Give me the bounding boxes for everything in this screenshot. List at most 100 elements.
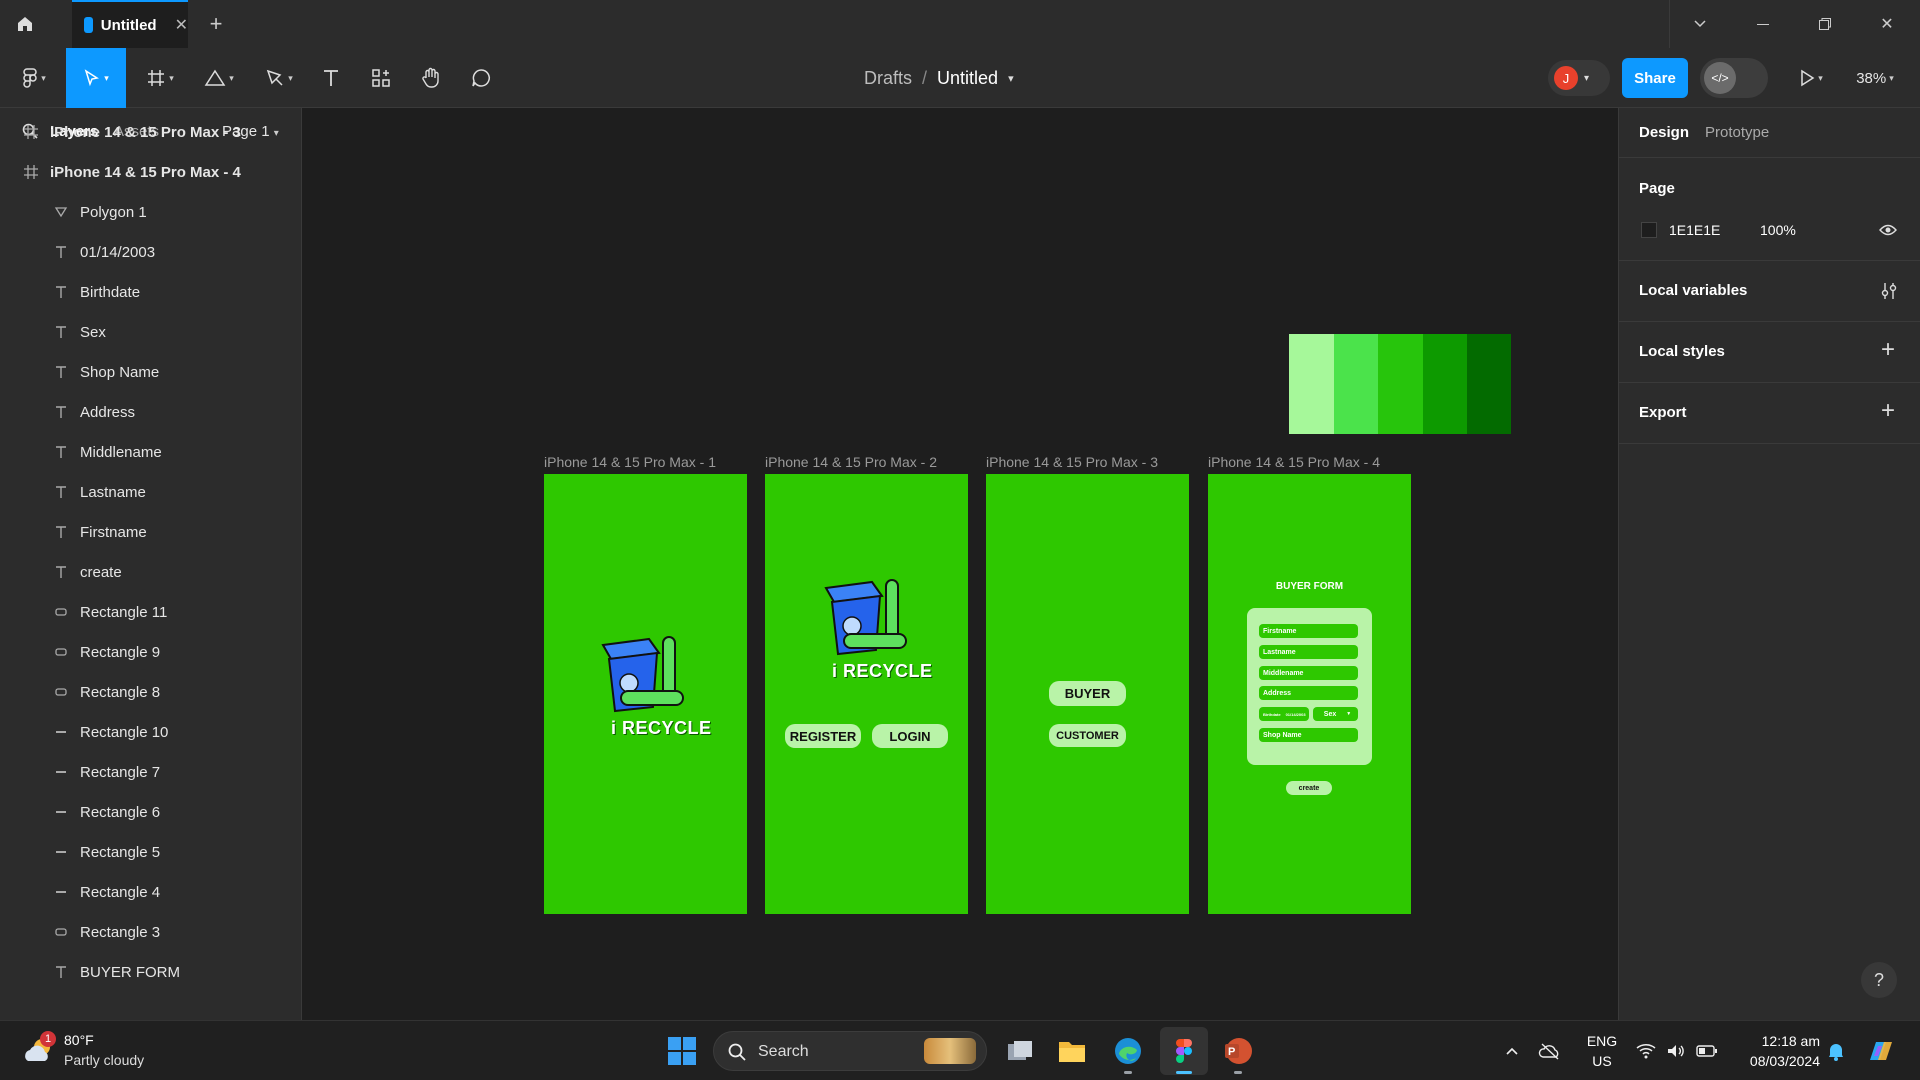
color-palette[interactable] <box>1289 334 1511 434</box>
layer-item[interactable]: Rectangle 8 <box>0 672 301 712</box>
layer-item[interactable]: Rectangle 9 <box>0 632 301 672</box>
shop-name-field[interactable]: Shop Name <box>1259 728 1358 742</box>
create-button[interactable]: create <box>1286 781 1332 795</box>
page-color-hex[interactable]: 1E1E1E <box>1669 222 1720 238</box>
layer-item[interactable]: Rectangle 10 <box>0 712 301 752</box>
window-close-button[interactable]: ✕ <box>1862 0 1912 48</box>
move-tool[interactable]: ▾ <box>66 48 126 108</box>
present-button[interactable]: ▾ <box>1790 48 1832 108</box>
layer-item[interactable]: Firstname <box>0 512 301 552</box>
breadcrumb-parent[interactable]: Drafts <box>864 68 912 89</box>
start-button[interactable] <box>662 1031 702 1071</box>
layer-item[interactable]: Polygon 1 <box>0 192 301 232</box>
eye-icon[interactable] <box>1879 223 1897 237</box>
powerpoint-button[interactable]: P <box>1218 1031 1258 1074</box>
taskbar-search[interactable]: Search <box>713 1031 987 1071</box>
tab-list-button[interactable] <box>1675 0 1725 48</box>
onedrive-button[interactable] <box>1538 1037 1562 1065</box>
layer-item[interactable]: Sex <box>0 312 301 352</box>
layer-item[interactable]: BUYER FORM <box>0 952 301 992</box>
frame-buyer-form[interactable]: BUYER FORM Firstname Lastname Middlename… <box>1208 474 1411 914</box>
comment-tool[interactable] <box>466 48 496 108</box>
layer-item[interactable]: 01/14/2003 <box>0 232 301 272</box>
layer-item[interactable]: Rectangle 5 <box>0 832 301 872</box>
chevron-down-icon[interactable]: ▾ <box>1008 72 1014 85</box>
variables-icon[interactable] <box>1881 281 1897 301</box>
register-button[interactable]: REGISTER <box>785 724 861 748</box>
layer-item[interactable]: Lastname <box>0 472 301 512</box>
restore-button[interactable] <box>1800 0 1850 48</box>
clock[interactable]: 12:18 am 08/03/2024 <box>1730 1031 1820 1071</box>
customer-button[interactable]: CUSTOMER <box>1049 724 1126 747</box>
new-tab-button[interactable]: + <box>200 0 232 48</box>
help-button[interactable]: ? <box>1861 962 1897 998</box>
layer-item[interactable]: Shop Name <box>0 352 301 392</box>
frame-tool[interactable]: ▾ <box>138 48 182 108</box>
frame-label[interactable]: iPhone 14 & 15 Pro Max - 1 <box>544 454 716 470</box>
windows-logo-icon <box>668 1037 696 1065</box>
file-name[interactable]: Untitled <box>937 68 998 89</box>
weather-widget[interactable]: 1 80°F Partly cloudy <box>20 1029 160 1073</box>
system-tray[interactable] <box>1636 1039 1722 1063</box>
local-variables-section[interactable]: Local variables <box>1619 261 1920 322</box>
language-indicator[interactable]: ENG US <box>1582 1031 1622 1071</box>
show-hidden-icons-button[interactable] <box>1498 1039 1526 1063</box>
sex-field[interactable]: Sex ▼ <box>1313 707 1358 721</box>
plus-icon[interactable]: + <box>1881 336 1895 364</box>
task-view-button[interactable] <box>1000 1031 1040 1071</box>
frame-welcome[interactable]: i RECYCLE REGISTER LOGIN <box>765 474 968 914</box>
layer-item[interactable]: Address <box>0 392 301 432</box>
frame-splash[interactable]: i RECYCLE <box>544 474 747 914</box>
file-tab[interactable]: Untitled ✕ <box>72 0 188 48</box>
frame-role-select[interactable]: BUYER CUSTOMER <box>986 474 1189 914</box>
avatar: J <box>1554 66 1578 90</box>
hand-tool[interactable] <box>416 48 446 108</box>
resources-tool[interactable] <box>366 48 396 108</box>
layer-item[interactable]: Rectangle 11 <box>0 592 301 632</box>
copilot-button[interactable] <box>1864 1035 1898 1067</box>
lastname-field[interactable]: Lastname <box>1259 645 1358 659</box>
page-color-swatch[interactable] <box>1641 222 1657 238</box>
figma-button[interactable] <box>1160 1027 1208 1075</box>
file-explorer-button[interactable] <box>1052 1031 1092 1071</box>
dev-mode-toggle[interactable]: </> <box>1700 58 1768 98</box>
layer-item[interactable]: Rectangle 7 <box>0 752 301 792</box>
home-button[interactable] <box>0 0 50 48</box>
main-menu-button[interactable]: ▾ <box>14 48 54 108</box>
running-indicator <box>1234 1071 1242 1074</box>
local-styles-section[interactable]: Local styles + <box>1619 322 1920 383</box>
frame-label[interactable]: iPhone 14 & 15 Pro Max - 2 <box>765 454 937 470</box>
middlename-field[interactable]: Middlename <box>1259 666 1358 680</box>
tab-design[interactable]: Design <box>1639 124 1689 141</box>
layer-item[interactable]: Rectangle 4 <box>0 872 301 912</box>
frame-label[interactable]: iPhone 14 & 15 Pro Max - 3 <box>986 454 1158 470</box>
notifications-button[interactable] <box>1824 1037 1848 1065</box>
frame-label[interactable]: iPhone 14 & 15 Pro Max - 4 <box>1208 454 1380 470</box>
close-tab-icon[interactable]: ✕ <box>175 15 188 35</box>
zoom-control[interactable]: 38% ▾ <box>1846 48 1904 108</box>
layer-item[interactable]: Rectangle 3 <box>0 912 301 952</box>
pen-tool[interactable]: ▾ <box>256 48 302 108</box>
layer-item[interactable]: Rectangle 6 <box>0 792 301 832</box>
tab-prototype[interactable]: Prototype <box>1705 124 1769 141</box>
shape-tool[interactable]: ▾ <box>196 48 242 108</box>
address-field[interactable]: Address <box>1259 686 1358 700</box>
buyer-button[interactable]: BUYER <box>1049 681 1126 706</box>
text-tool[interactable] <box>316 48 346 108</box>
minimize-button[interactable] <box>1738 0 1788 48</box>
canvas[interactable]: iPhone 14 & 15 Pro Max - 1 iPhone 14 & 1… <box>302 108 1618 1020</box>
export-section[interactable]: Export + <box>1619 383 1920 444</box>
layer-item[interactable]: Middlename <box>0 432 301 472</box>
login-button[interactable]: LOGIN <box>872 724 948 748</box>
layer-item[interactable]: iPhone 14 & 15 Pro Max - 4 <box>0 152 301 192</box>
layer-item[interactable]: create <box>0 552 301 592</box>
layer-item[interactable]: iPhone 14 & 15 Pro Max - 3 <box>0 112 301 152</box>
page-opacity[interactable]: 100% <box>1760 222 1796 238</box>
share-button[interactable]: Share <box>1622 58 1688 98</box>
edge-button[interactable] <box>1108 1031 1148 1074</box>
avatar-button[interactable]: J ▾ <box>1548 60 1610 96</box>
birthdate-field[interactable]: Birthdate 01/14/2003 <box>1259 707 1309 721</box>
layer-item[interactable]: Birthdate <box>0 272 301 312</box>
firstname-field[interactable]: Firstname <box>1259 624 1358 638</box>
plus-icon[interactable]: + <box>1881 397 1895 425</box>
